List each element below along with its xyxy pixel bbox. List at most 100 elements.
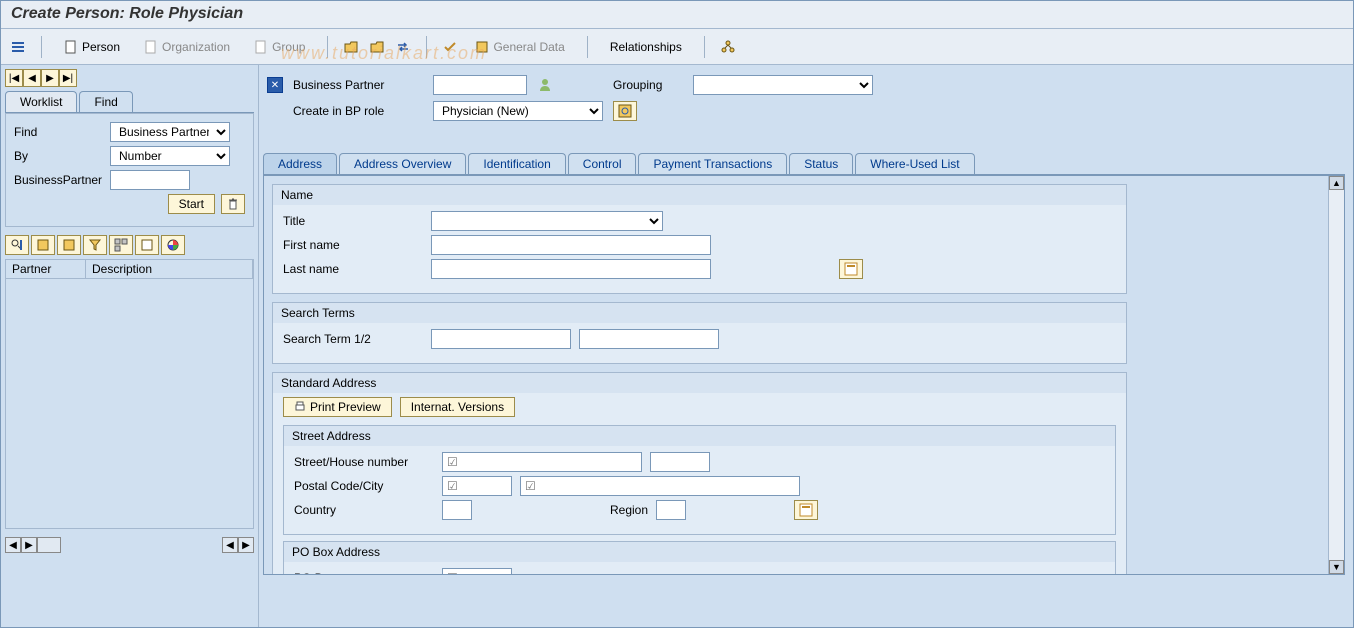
searchterm2-input[interactable]: [579, 329, 719, 349]
scroll-thumb[interactable]: [37, 537, 61, 553]
side-tabs: Worklist Find: [5, 91, 254, 113]
find-icon-button[interactable]: [5, 235, 29, 255]
export-icon-button[interactable]: [135, 235, 159, 255]
result-header: Partner Description: [5, 259, 254, 279]
tab-find[interactable]: Find: [79, 91, 132, 112]
tab-worklist[interactable]: Worklist: [5, 91, 77, 112]
searchterm-label: Search Term 1/2: [283, 332, 423, 346]
searchterm1-input[interactable]: [431, 329, 571, 349]
lastname-label: Last name: [283, 262, 423, 276]
tab-overview[interactable]: Address Overview: [339, 153, 466, 174]
app-window: Create Person: Role Physician Person Org…: [0, 0, 1354, 628]
tab-status[interactable]: Status: [789, 153, 853, 174]
pobox-title: PO Box Address: [284, 542, 1115, 562]
bp-input[interactable]: [110, 170, 190, 190]
bp-form-input[interactable]: [433, 75, 527, 95]
address-detail-button[interactable]: [794, 500, 818, 520]
relationships-button[interactable]: Relationships: [604, 38, 688, 56]
role-help-button[interactable]: [613, 101, 637, 121]
title-bar: Create Person: Role Physician: [1, 1, 1353, 29]
person-label: Person: [82, 40, 120, 54]
separator: [41, 36, 42, 58]
tool-icon-1[interactable]: [31, 235, 55, 255]
region-input[interactable]: [656, 500, 686, 520]
scroll-right-button[interactable]: ▶: [21, 537, 37, 553]
title-select[interactable]: [431, 211, 663, 231]
nav-buttons: |◀ ◀ ▶ ▶|: [5, 69, 254, 87]
menu-icon[interactable]: [11, 40, 25, 54]
col-description[interactable]: Description: [86, 260, 253, 278]
scroll-up-button[interactable]: ▲: [1329, 176, 1344, 190]
switch-icon[interactable]: [396, 40, 410, 54]
save-icon[interactable]: [370, 40, 384, 54]
postal-label: Postal Code/City: [294, 479, 434, 493]
nav-first-button[interactable]: |◀: [5, 69, 23, 87]
color-icon-button[interactable]: [161, 235, 185, 255]
check-icon[interactable]: [443, 40, 457, 54]
tab-control[interactable]: Control: [568, 153, 637, 174]
group-address: Standard Address Print Preview Internat.…: [272, 372, 1127, 575]
printer-icon: [294, 401, 306, 413]
group-pobox: PO Box Address PO Box: [283, 541, 1116, 575]
scroll-track[interactable]: [1329, 190, 1344, 560]
right-panel: ✕ Business Partner Grouping Create in BP…: [259, 65, 1353, 627]
group-button[interactable]: Group: [248, 38, 311, 56]
country-input[interactable]: [442, 500, 472, 520]
person-button[interactable]: Person: [58, 38, 126, 56]
main-area: |◀ ◀ ▶ ▶| Worklist Find Find Business Pa…: [1, 65, 1353, 627]
tool-icon-2[interactable]: [57, 235, 81, 255]
print-preview-button[interactable]: Print Preview: [283, 397, 392, 417]
general-data-button[interactable]: General Data: [469, 38, 570, 56]
pobox-input[interactable]: [442, 568, 512, 575]
organization-button[interactable]: Organization: [138, 38, 236, 56]
data-icon: [475, 40, 489, 54]
intl-versions-button[interactable]: Internat. Versions: [400, 397, 515, 417]
scroll-right2-button[interactable]: ▶: [238, 537, 254, 553]
print-label: Print Preview: [310, 400, 381, 414]
street-input[interactable]: [442, 452, 642, 472]
by-select[interactable]: Number: [110, 146, 230, 166]
city-input[interactable]: [520, 476, 800, 496]
street-label: Street/House number: [294, 455, 434, 469]
form-area: Name Title First name Last name: [263, 175, 1345, 575]
filter-icon-button[interactable]: [83, 235, 107, 255]
tab-where[interactable]: Where-Used List: [855, 153, 974, 174]
nav-next-button[interactable]: ▶: [41, 69, 59, 87]
nav-last-button[interactable]: ▶|: [59, 69, 77, 87]
lastname-input[interactable]: [431, 259, 711, 279]
top-form: ✕ Business Partner Grouping Create in BP…: [263, 69, 1345, 133]
tab-identification[interactable]: Identification: [468, 153, 565, 174]
col-partner[interactable]: Partner: [6, 260, 86, 278]
scroll-left2-button[interactable]: ◀: [222, 537, 238, 553]
group-name-title: Name: [273, 185, 1126, 205]
house-input[interactable]: [650, 452, 710, 472]
find-select[interactable]: Business Partner: [110, 122, 230, 142]
tab-payment[interactable]: Payment Transactions: [638, 153, 787, 174]
bp-form-label: Business Partner: [293, 78, 423, 92]
vscroll[interactable]: ▲ ▼: [1328, 176, 1344, 574]
firstname-input[interactable]: [431, 235, 711, 255]
hscroll: ◀ ▶ ◀ ▶: [5, 537, 254, 553]
start-button[interactable]: Start: [168, 194, 215, 214]
scroll-down-button[interactable]: ▼: [1329, 560, 1344, 574]
group-address-title: Standard Address: [273, 373, 1126, 393]
name-detail-button[interactable]: [839, 259, 863, 279]
trash-button[interactable]: [221, 194, 245, 214]
mini-toolbar: [5, 235, 254, 255]
layout-icon-button[interactable]: [109, 235, 133, 255]
relationships-label: Relationships: [610, 40, 682, 54]
bp-check-icon[interactable]: ✕: [267, 77, 283, 93]
scroll-left-button[interactable]: ◀: [5, 537, 21, 553]
grouping-select[interactable]: [693, 75, 873, 95]
nav-prev-button[interactable]: ◀: [23, 69, 41, 87]
separator: [327, 36, 328, 58]
graph-icon[interactable]: [721, 40, 735, 54]
role-select[interactable]: Physician (New): [433, 101, 603, 121]
page-title: Create Person: Role Physician: [11, 5, 1343, 23]
group-street: Street Address Street/House number Posta…: [283, 425, 1116, 535]
open-icon[interactable]: [344, 40, 358, 54]
postal-input[interactable]: [442, 476, 512, 496]
general-data-label: General Data: [493, 40, 564, 54]
firstname-label: First name: [283, 238, 423, 252]
tab-address[interactable]: Address: [263, 153, 337, 174]
